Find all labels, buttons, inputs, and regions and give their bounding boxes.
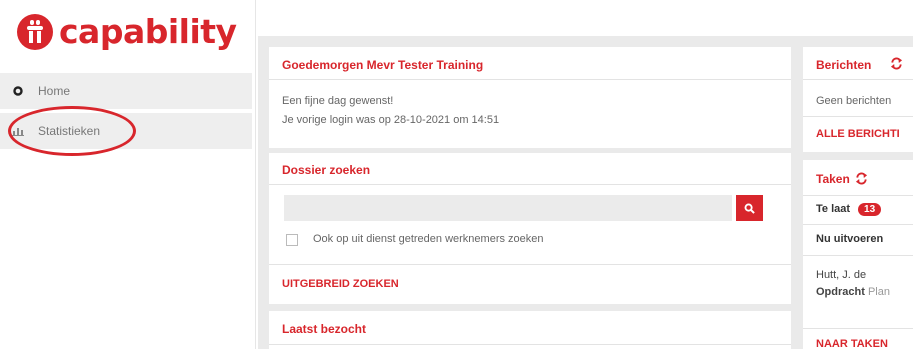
sidebar: capability Home Statistieken — [0, 0, 252, 349]
welcome-card: Goedemorgen Mevr Tester Training Een fij… — [269, 47, 791, 148]
welcome-title: Goedemorgen Mevr Tester Training — [282, 58, 484, 72]
capability-logo-icon — [17, 14, 53, 50]
late-count-badge: 13 — [858, 203, 882, 216]
home-dot-icon — [11, 86, 25, 96]
recently-visited-title: Laatst bezocht — [282, 322, 367, 336]
brand-name: capability — [59, 12, 237, 51]
late-tasks-row[interactable]: Te laat 13 — [816, 203, 882, 216]
task-field-value: Plan — [867, 286, 890, 298]
dossier-search-title: Dossier zoeken — [282, 163, 371, 177]
sidebar-divider — [255, 0, 256, 349]
former-employees-label: Ook op uit dienst getreden werknemers zo… — [313, 233, 544, 245]
go-to-tasks-link[interactable]: NAAR TAKEN — [816, 338, 888, 349]
sidebar-item-label: Home — [38, 84, 71, 98]
messages-card: Berichten Geen berichten ALLE BERICHTI — [803, 47, 913, 152]
task-item-name[interactable]: Hutt, J. de — [816, 269, 866, 281]
recently-visited-card: Laatst bezocht — [269, 311, 791, 349]
no-messages-text: Geen berichten — [816, 95, 892, 107]
dossier-search-input[interactable] — [284, 195, 732, 221]
tasks-card: Taken Te laat 13 Nu uitvoeren Hutt, J. de… — [803, 160, 913, 349]
brand-logo[interactable]: capability — [17, 14, 237, 50]
dossier-search-card: Dossier zoeken UITGEBREID ZOEKEN — [269, 153, 791, 304]
welcome-greeting: Een fijne dag gewenst! — [282, 95, 394, 107]
refresh-icon[interactable] — [855, 172, 868, 190]
app-root: capability Home Statistieken Goedemorgen… — [0, 0, 913, 349]
messages-title: Berichten — [816, 58, 872, 72]
last-login-text: Je vorige login was op 28-10-2021 om 14:… — [282, 114, 500, 126]
search-button[interactable] — [736, 195, 763, 221]
late-tasks-label: Te laat — [816, 203, 851, 215]
sidebar-item-home[interactable]: Home — [0, 73, 252, 109]
former-employees-checkbox[interactable] — [286, 234, 298, 246]
task-field-label: Opdracht — [816, 286, 865, 298]
tasks-title: Taken — [816, 172, 850, 186]
all-messages-link[interactable]: ALLE BERICHTI — [816, 128, 900, 140]
advanced-search-link[interactable]: UITGEBREID ZOEKEN — [282, 278, 399, 290]
highlight-annotation — [8, 106, 136, 156]
do-now-label[interactable]: Nu uitvoeren — [816, 233, 883, 245]
task-item-field: Opdracht Plan — [816, 286, 890, 298]
search-icon — [744, 203, 755, 214]
refresh-icon[interactable] — [890, 57, 903, 75]
